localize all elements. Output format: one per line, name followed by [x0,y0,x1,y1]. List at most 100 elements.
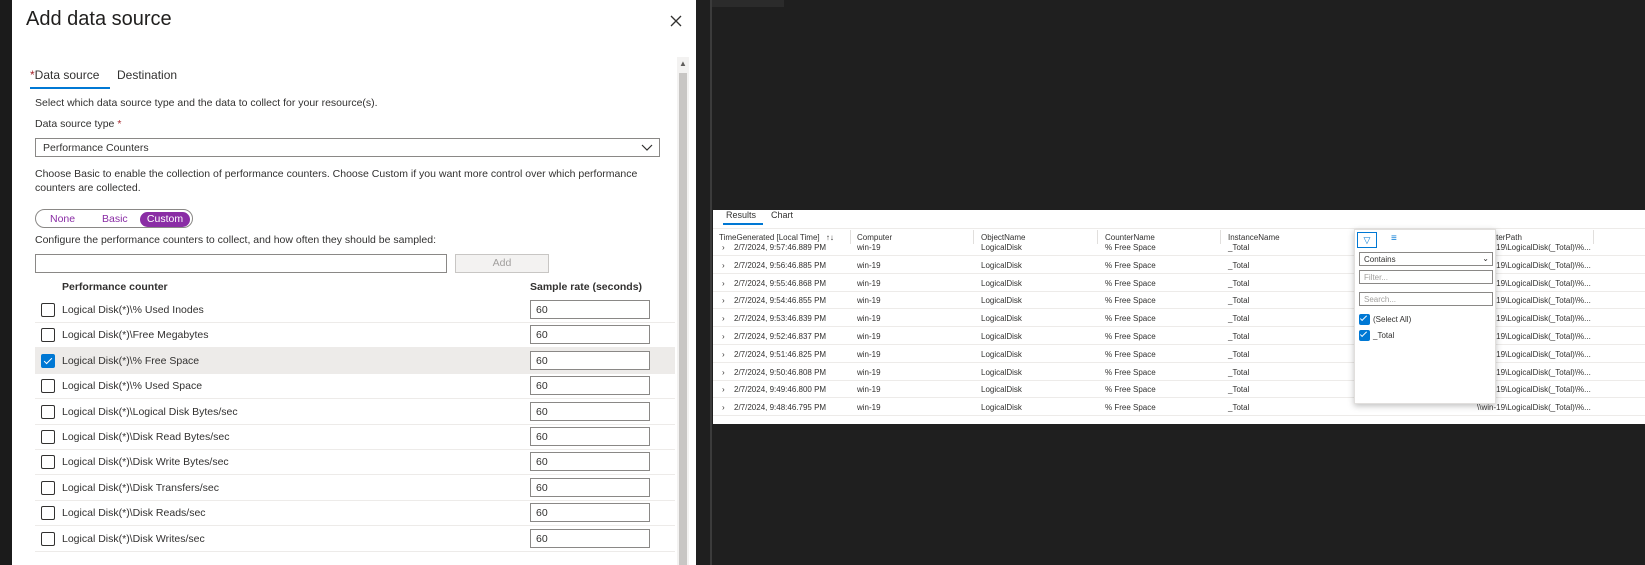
table-row[interactable]: › 2/7/2024, 9:48:46.795 PM win-19 LogicalDi… [713,398,1645,417]
sample-rate-input[interactable]: 60 [530,427,650,446]
cell-time: 2/7/2024, 9:49:46.800 PM [734,385,827,395]
checkbox[interactable] [41,328,55,343]
tab-destination[interactable]: Destination [117,68,177,82]
filter-icon[interactable]: ▽ [1357,232,1377,248]
sample-rate-input[interactable]: 60 [530,300,650,319]
cell-computer: win-19 [857,296,881,306]
table-row[interactable]: › 2/7/2024, 9:54:46.855 PM win-19 LogicalDi… [713,291,1645,310]
cell-time: 2/7/2024, 9:57:46.889 PM [734,243,827,252]
cell-object-name: LogicalDisk [981,278,1022,288]
tab-data-source[interactable]: *Data source [30,68,99,82]
checkbox[interactable] [41,430,55,444]
counter-name: Logical Disk(*)\Logical Disk Bytes/sec [62,405,238,418]
scroll-up-icon[interactable]: ▲ [679,59,687,68]
cell-time: 2/7/2024, 9:51:46.825 PM [734,349,827,359]
search-input[interactable]: Search... [1359,292,1493,306]
filter-operator-select[interactable]: Contains ⌄ [1359,252,1493,266]
checkbox[interactable] [41,303,55,317]
sample-rate-input[interactable]: 60 [530,503,650,523]
table-row[interactable]: › 2/7/2024, 9:51:46.825 PM win-19 LogicalDi… [713,345,1645,363]
sample-rate-input[interactable]: 60 [530,401,650,421]
tab-results[interactable]: Results [726,210,756,220]
counter-row[interactable]: Logical Disk(*)\% Used Space 60 [35,373,675,400]
tab-chart[interactable]: Chart [771,210,793,220]
sample-rate-input[interactable]: 60 [530,350,650,370]
table-row[interactable]: › 2/7/2024, 9:57:46.889 PM win-19 LogicalDi… [713,238,1645,256]
expand-row-icon[interactable]: › [722,385,725,394]
cell-time: 2/7/2024, 9:50:46.808 PM [734,367,827,377]
sample-rate-input[interactable]: 60 [530,325,650,345]
cell-computer: win-19 [857,367,881,377]
results-tab-underline [723,223,763,225]
counter-row[interactable]: Logical Disk(*)\Disk Read Bytes/sec 60 [35,424,675,450]
column-performance-counter: Performance counter [62,281,168,293]
counter-row[interactable]: Logical Disk(*)\% Free Space 60 [35,347,675,374]
checkbox[interactable] [41,379,55,394]
counter-row[interactable]: Logical Disk(*)\Disk Reads/sec 60 [35,500,675,527]
checkbox[interactable] [41,455,55,470]
table-row[interactable]: › 2/7/2024, 9:49:46.800 PM win-19 LogicalDi… [713,380,1645,399]
add-button[interactable]: Add [455,254,549,273]
scrollbar-thumb[interactable] [679,73,687,565]
counter-row[interactable]: Logical Disk(*)\Disk Write Bytes/sec 60 [35,449,675,476]
description-line-1: Choose Basic to enable the collection of… [35,168,638,180]
checkbox-checked[interactable] [41,353,55,368]
expand-row-icon[interactable]: › [722,279,725,288]
panel-scrollbar[interactable]: ▲ [677,57,689,565]
data-source-type-select[interactable]: Performance Counters [35,138,660,157]
top-bar-fragment [712,0,784,7]
cell-counter-path: \\win-19\LogicalDisk(_Total)\%... [1477,403,1591,413]
cell-instance-name: _Total [1228,243,1250,252]
expand-row-icon[interactable]: › [722,296,725,305]
table-row[interactable]: › 2/7/2024, 9:50:46.808 PM win-19 LogicalDi… [713,363,1645,381]
checkbox[interactable] [41,531,55,546]
sample-rate-input[interactable]: 60 [530,477,650,497]
table-row[interactable]: › 2/7/2024, 9:53:46.839 PM win-19 LogicalDi… [713,309,1645,328]
mode-none-option[interactable]: None [50,212,75,227]
cell-counter-name: % Free Space [1105,243,1156,252]
counter-row[interactable]: Logical Disk(*)\Free Megabytes 60 [35,322,675,349]
checkbox[interactable] [41,506,55,521]
expand-row-icon[interactable]: › [722,332,725,341]
expand-row-icon[interactable]: › [722,350,725,359]
checkbox-checked[interactable] [1359,330,1370,341]
cell-object-name: LogicalDisk [981,296,1022,306]
checkbox[interactable] [41,404,55,419]
tab-underline [30,87,110,89]
expand-row-icon[interactable]: › [722,261,725,270]
tab-divider [713,228,1645,229]
cell-counter-name: % Free Space [1105,314,1156,324]
table-row[interactable]: › 2/7/2024, 9:52:46.837 PM win-19 LogicalDi… [713,327,1645,345]
expand-row-icon[interactable]: › [722,403,725,412]
checkbox[interactable] [41,480,55,495]
counter-row[interactable]: Logical Disk(*)\Disk Writes/sec 60 [35,526,675,552]
column-filter-popup: ▽ ≡ Contains ⌄ Filter... Search... (Sele… [1354,229,1496,404]
counter-row[interactable]: Logical Disk(*)\Logical Disk Bytes/sec 60 [35,399,675,425]
cell-instance-name: _Total [1228,314,1250,324]
cell-instance-name: _Total [1228,278,1250,288]
counter-input[interactable] [35,254,447,273]
results-panel: Results Chart TimeGenerated [Local Time]… [713,210,1645,424]
counter-name: Logical Disk(*)\Disk Writes/sec [62,532,205,545]
sample-rate-input[interactable]: 60 [530,528,650,548]
table-row[interactable]: › 2/7/2024, 9:56:46.885 PM win-19 LogicalDi… [713,256,1645,274]
cell-instance-name: _Total [1228,296,1250,306]
columns-icon[interactable]: ≡ [1391,233,1397,244]
expand-row-icon[interactable]: › [722,243,725,252]
cell-counter-name: % Free Space [1105,349,1156,359]
expand-row-icon[interactable]: › [722,314,725,323]
checkbox-checked[interactable] [1359,314,1370,325]
counter-row[interactable]: Logical Disk(*)\Disk Transfers/sec 60 [35,475,675,501]
sample-rate-input[interactable]: 60 [530,452,650,472]
mode-basic-option[interactable]: Basic [102,212,128,227]
close-icon[interactable] [665,10,687,32]
counter-name: Logical Disk(*)\Disk Write Bytes/sec [62,456,229,469]
mode-custom-option[interactable]: Custom [140,212,190,227]
counter-row[interactable]: Logical Disk(*)\% Used Inodes 60 [35,297,675,323]
counter-name: Logical Disk(*)\% Used Inodes [62,304,204,316]
sample-rate-input[interactable]: 60 [530,376,650,396]
expand-row-icon[interactable]: › [722,368,725,377]
table-row[interactable]: › 2/7/2024, 9:55:46.868 PM win-19 LogicalDi… [713,274,1645,292]
filter-input[interactable]: Filter... [1359,270,1493,284]
configure-text: Configure the performance counters to co… [35,234,436,246]
